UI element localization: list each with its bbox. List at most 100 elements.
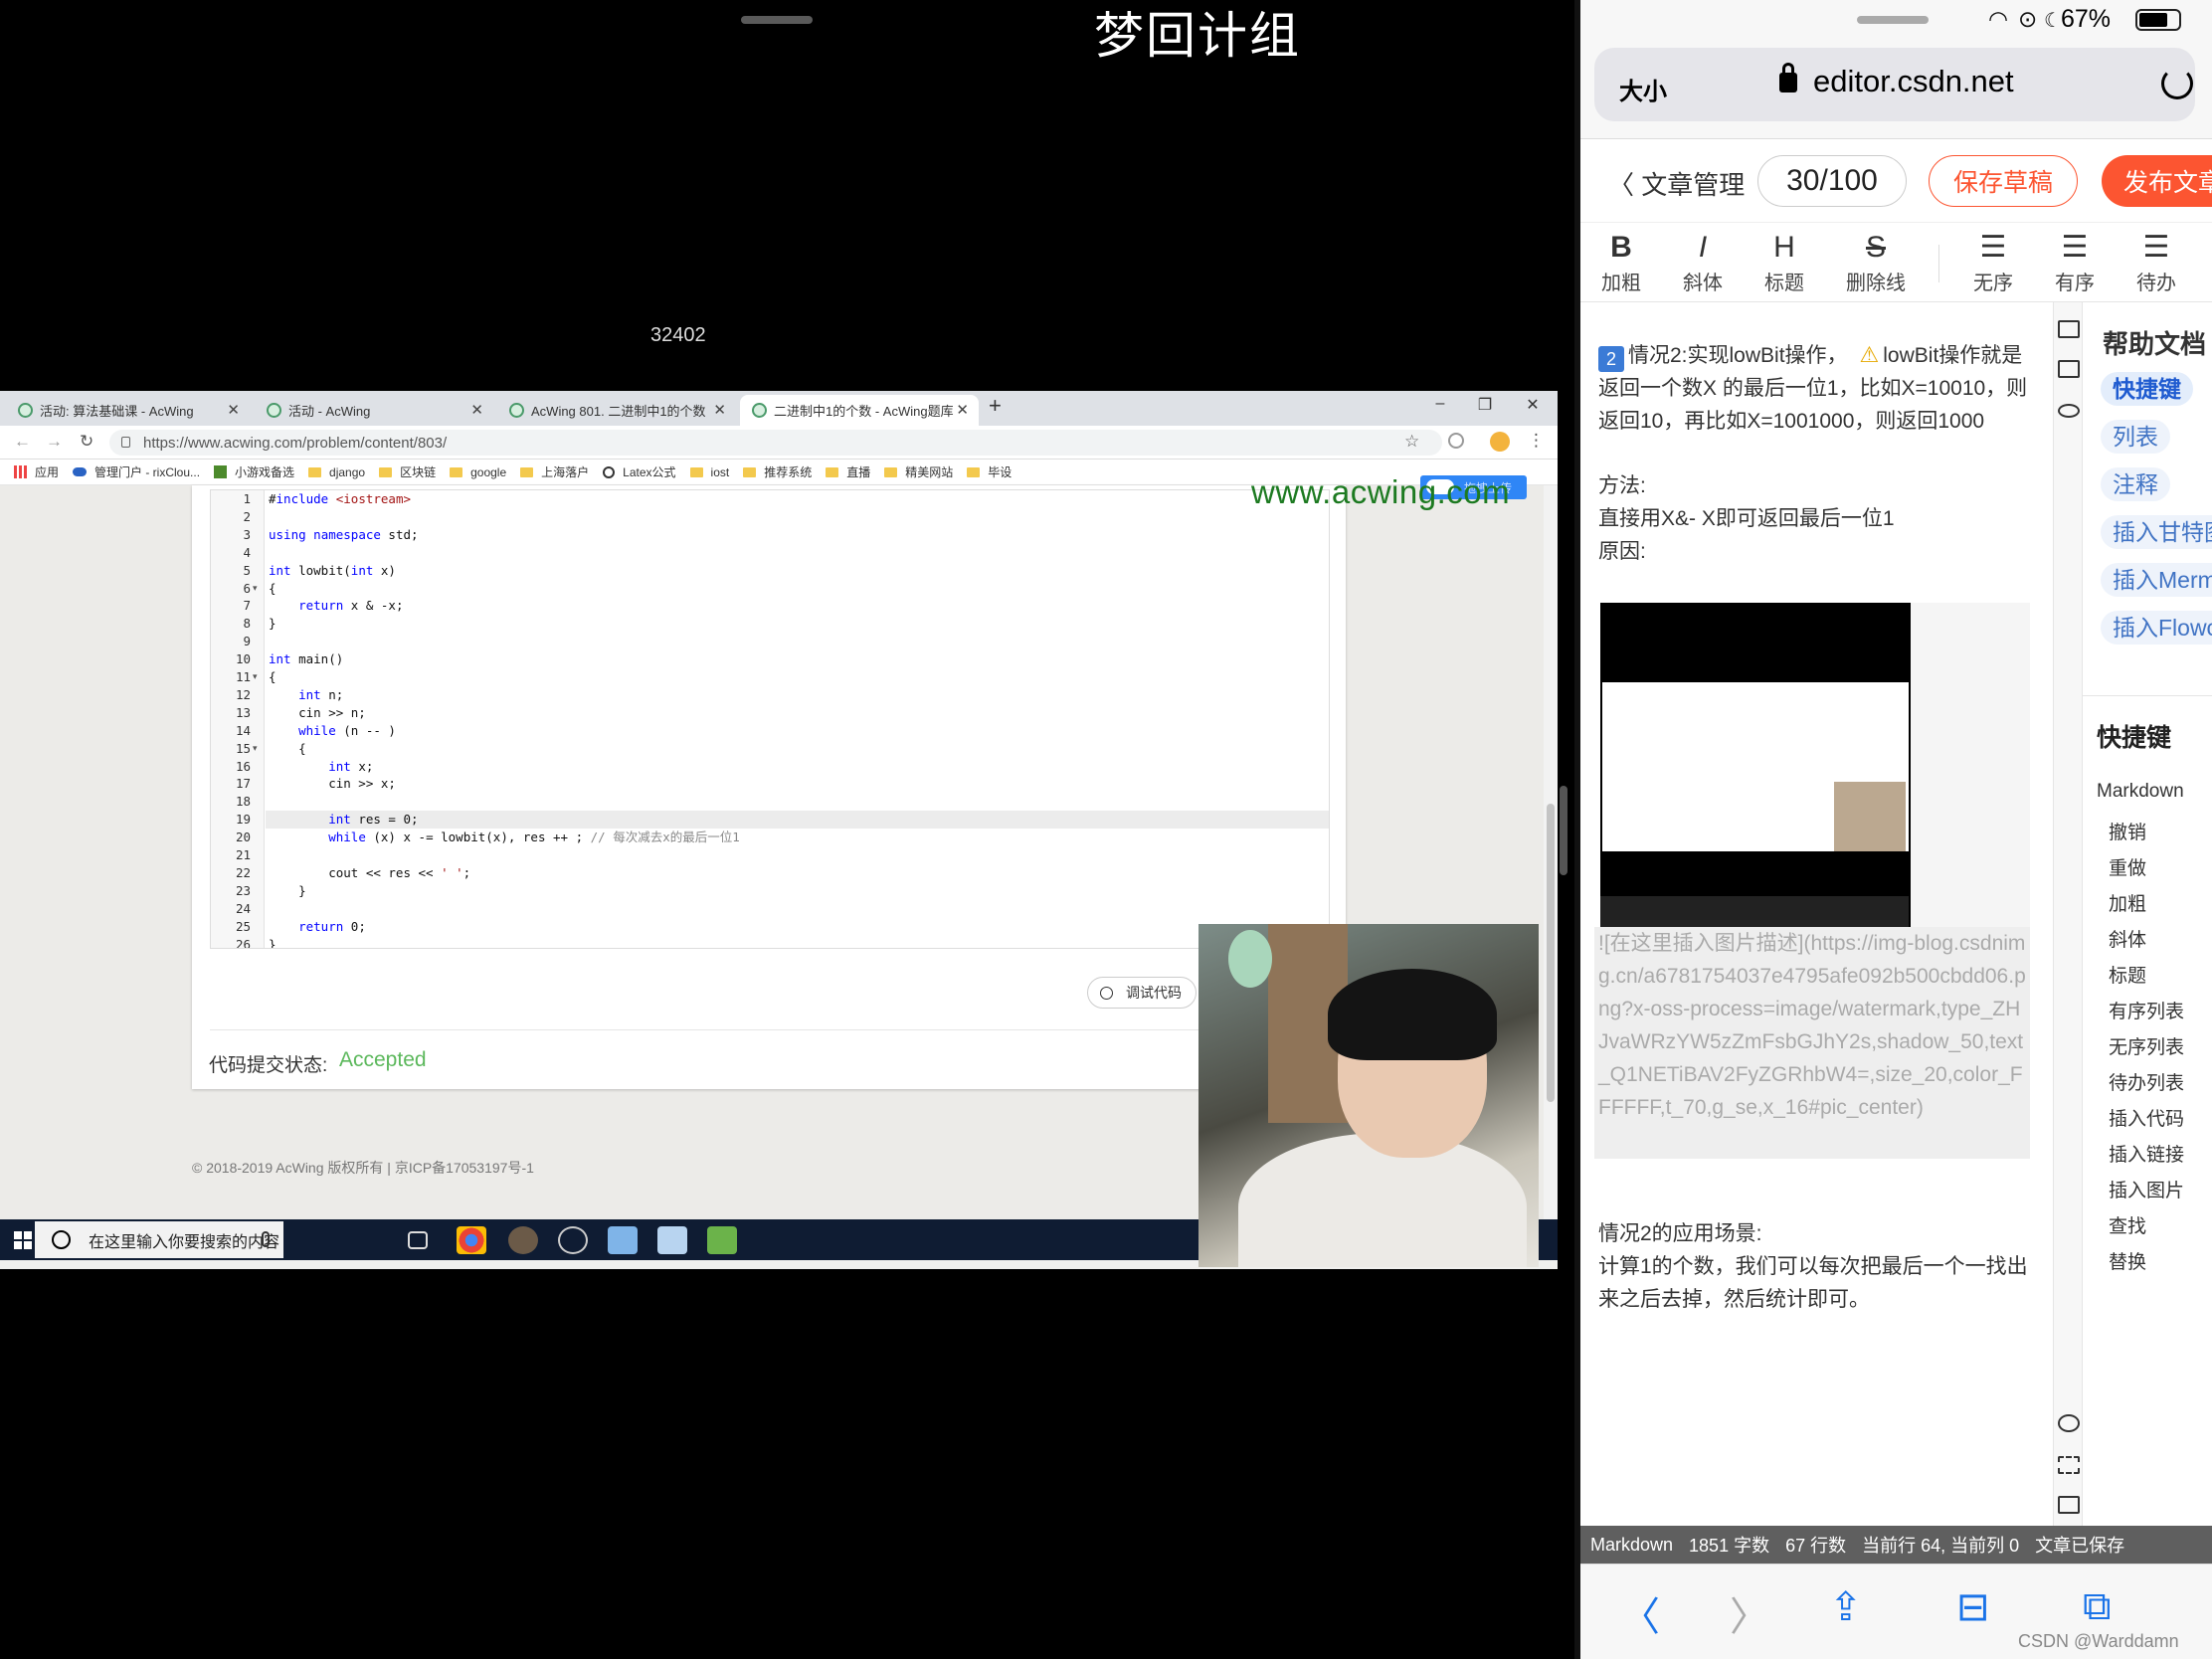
menu-icon[interactable]: ⋮ [1528,431,1545,451]
fullscreen-icon[interactable] [2058,1456,2080,1474]
window-close-icon[interactable]: ✕ [1518,395,1548,415]
bookmark-thesis[interactable]: 毕设 [967,463,1012,480]
back-chevron-icon[interactable]: 〈 [1620,1584,1660,1642]
debug-code-button[interactable]: 调试代码 [1087,977,1197,1009]
target-icon[interactable] [2058,1414,2080,1432]
code-line: { [269,740,306,756]
bookmark-games[interactable]: 小游戏备选 [214,463,294,480]
tab-acwing-801[interactable]: AcWing 801. 二进制中1的个数 ✕ [497,395,736,426]
forward-arrow-icon[interactable]: → [46,432,63,452]
help-pill-flowchart[interactable]: 插入Flowchart [2101,611,2212,645]
app-taskbar-icon[interactable] [608,1226,638,1254]
task-view-icon[interactable] [408,1231,428,1249]
url-field[interactable]: https://www.acwing.com/problem/content/8… [109,430,1442,456]
fold-arrow-icon[interactable]: ▾ [253,580,258,598]
split-handle[interactable] [1560,786,1567,875]
bold-button[interactable]: B 加粗 [1586,229,1656,295]
bookmark-iost[interactable]: iost [689,465,729,479]
tab-acwing-activity[interactable]: 活动 - AcWing ✕ [255,395,493,426]
split-view-icon[interactable] [2058,360,2080,378]
help-pill-gantt[interactable]: 插入甘特图 [2101,515,2212,549]
help-pill-shortcuts[interactable]: 快捷键 [2101,372,2193,406]
bookmark-django[interactable]: django [308,465,365,479]
code-editor[interactable]: 1 2 3 4 5 6 ▾ 7 8 9 10 11 ▾ 12 13 14 15 ▾ 16 17 18 19 20 21 22 23… [210,489,1330,949]
star-icon[interactable]: ☆ [1404,432,1419,452]
chevron-left-icon: 〈 [1608,170,1642,200]
help-pill-mermaid[interactable]: 插入Mermaid [2101,563,2212,597]
app-taskbar-icon[interactable] [707,1226,737,1254]
close-icon[interactable]: ✕ [470,401,483,419]
preview-eye-icon[interactable] [2058,404,2080,418]
forward-chevron-icon[interactable]: 〉 [1730,1584,1769,1642]
safari-url-field[interactable]: 大小 editor.csdn.net [1594,48,2195,121]
todo-list-button[interactable]: ☰ 待办 [2121,229,2191,295]
line-number: 4 [243,544,251,560]
close-icon[interactable]: ✕ [227,401,240,419]
article-manage-button[interactable]: 〈 文章管理 [1608,165,1745,202]
close-icon[interactable]: ✕ [956,401,969,419]
line-number: 3 [243,526,251,542]
share-icon[interactable]: ⇪ [1829,1584,1863,1630]
multitask-grabber[interactable] [741,16,813,24]
strikethrough-button[interactable]: S 删除线 [1841,229,1911,295]
app-taskbar-icon[interactable] [657,1226,687,1254]
windows-start-icon[interactable] [14,1231,32,1249]
bookmark-rixcloud[interactable]: 管理门户 - rixClou... [73,463,200,480]
multitask-grabber[interactable] [1857,16,1929,24]
paragraph-case2: 2 情况2:实现lowBit操作， ⚠ lowBit操作就是返回一个数X 的最后一位1… [1598,338,2036,438]
lock-icon-body [1779,73,1797,92]
tab-acwing-activity-course[interactable]: 活动: 算法基础课 - AcWing ✕ [6,395,250,426]
reload-icon[interactable] [2161,68,2193,99]
line-number: 12 [235,686,251,702]
new-tab-icon[interactable]: + [989,393,1002,419]
taskbar-search[interactable]: 在这里输入你要搜索的内容 [35,1221,283,1258]
ordered-list-button[interactable]: ☰ 有序 [2040,229,2110,295]
bookmark-live[interactable]: 直播 [826,463,870,480]
app-taskbar-icon[interactable] [508,1226,538,1254]
obs-taskbar-icon[interactable] [558,1226,588,1254]
code-line: return x & -x; [298,598,404,614]
bookmark-blockchain[interactable]: 区块链 [379,463,436,480]
folder-icon [689,466,703,477]
toolbar-separator [1938,245,1939,282]
close-icon[interactable]: ✕ [713,401,726,419]
fold-arrow-icon[interactable]: ▾ [253,740,258,758]
restore-icon[interactable]: ❐ [1470,395,1500,415]
bookmark-sites[interactable]: 精美网站 [884,463,953,480]
tab-acwing-problem-active[interactable]: 二进制中1的个数 - AcWing题库 ✕ [740,395,979,426]
bookmark-apps[interactable]: 应用 [14,463,59,480]
bold-icon: B [1610,231,1632,264]
italic-button[interactable]: I 斜体 [1668,229,1738,295]
text-size-button[interactable]: 大小 [1619,72,1667,106]
monitor-icon[interactable] [2058,1496,2080,1514]
bookmarks-icon[interactable]: ⊟ [1956,1584,1990,1630]
line-gutter: 1 2 3 4 5 6 ▾ 7 8 9 10 11 ▾ 12 13 14 15 ▾ 16 17 18 19 20 21 22 23… [211,490,265,948]
code-line: } [269,936,276,949]
fold-arrow-icon[interactable]: ▾ [253,668,258,686]
scroll-thumb[interactable] [1547,804,1555,1102]
page-scrollbar[interactable] [1544,485,1558,1219]
minimize-icon[interactable]: – [1425,395,1455,413]
reload-icon[interactable]: ↻ [80,432,93,452]
bookmark-recsys[interactable]: 推荐系统 [743,463,812,480]
profile-avatar[interactable] [1490,432,1510,452]
code-line: while (n -- ) [298,722,396,738]
bookmark-shanghai[interactable]: 上海落户 [520,463,589,480]
bookmark-google[interactable]: google [450,465,506,479]
publish-button[interactable]: 发布文章 [2102,155,2212,207]
help-pill-comment[interactable]: 注释 [2101,467,2170,501]
back-arrow-icon[interactable]: ← [14,432,31,452]
layout-icon[interactable] [2058,320,2080,338]
save-draft-button[interactable]: 保存草稿 [1929,155,2078,207]
chrome-taskbar-icon[interactable] [457,1226,486,1254]
help-pill-list[interactable]: 列表 [2101,420,2170,454]
bookmark-latex[interactable]: Latex公式 [603,463,676,480]
markdown-content[interactable]: 2 情况2:实现lowBit操作， ⚠ lowBit操作就是返回一个数X 的最后一位1… [1580,302,2053,1526]
unordered-list-button[interactable]: ☰ 无序 [1958,229,2028,295]
tabs-icon[interactable]: ⧉ [2083,1584,2112,1629]
microphone-icon[interactable] [262,1231,270,1247]
heading-button[interactable]: H 标题 [1750,229,1819,295]
battery-fill [2139,13,2167,27]
code-line: int res = 0; [328,812,419,828]
extension-icon[interactable] [1448,433,1464,449]
